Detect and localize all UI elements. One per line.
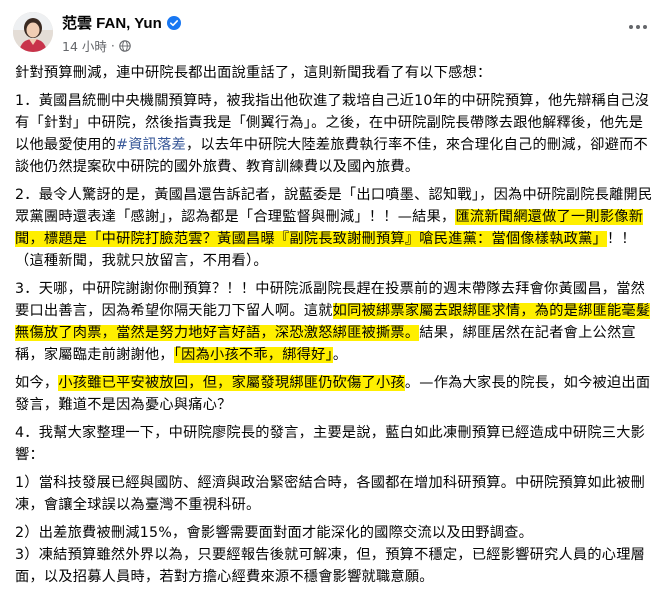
verified-badge-icon (166, 15, 181, 30)
post-paragraph: 1．黃國昌統刪中央機關預算時，被我指出他砍進了栽培自己近10年的中研院預算，他先… (15, 90, 655, 178)
text-segment: 針對預算刪減，連中研院長都出面說重話了，這則新聞我看了有以下感想： (15, 65, 492, 81)
avatar[interactable] (13, 12, 53, 52)
author-name[interactable]: 范雲 FAN, Yun (62, 12, 181, 33)
hashtag-link[interactable]: #資訊落差 (116, 137, 186, 153)
post-meta: 14 小時 · (62, 36, 131, 55)
more-options-icon[interactable] (625, 20, 651, 34)
author-name-text[interactable]: 范雲 FAN, Yun (62, 12, 162, 33)
facebook-post: 范雲 FAN, Yun 14 小時 · 針對預算刪減，連中研院長都出面說重話了，… (0, 0, 665, 585)
post-paragraph: 2）出差旅費被刪減15%，會影響需要面對面才能深化的國際交流以及田野調查。 3）凍… (15, 522, 655, 588)
post-paragraph: 3．天哪，中研院謝謝你刪預算？！！中研院派副院長趕在投票前的週末帶隊去拜會你黃國… (15, 278, 655, 366)
dot (636, 25, 640, 29)
text-segment: 如今， (15, 375, 59, 391)
text-segment: 4．我幫大家整理一下，中研院廖院長的發言，主要是說，藍白如此凍刪預算已經造成中研… (15, 425, 646, 463)
highlighted-text: 「因為小孩不乖，綁得好」 (173, 347, 333, 363)
text-segment: 。 (332, 347, 348, 363)
text-segment: 3）凍結預算雖然外界以為，只要經報告後就可解凍，但，預算不穩定，已經影響研究人員… (15, 547, 646, 585)
globe-icon[interactable] (119, 39, 131, 52)
meta-separator: · (110, 38, 115, 53)
dot (629, 25, 633, 29)
post-paragraph: 1）當科技發展已經與國防、經濟與政治緊密結合時，各國都在增加科研預算。中研院預算… (15, 472, 655, 516)
highlighted-text: 小孩雖已平安被放回，但，家屬發現綁匪仍砍傷了小孩 (58, 375, 405, 391)
post-body: 針對預算刪減，連中研院長都出面說重話了，這則新聞我看了有以下感想： 1．黃國昌統刪… (15, 62, 655, 594)
post-paragraph: 針對預算刪減，連中研院長都出面說重話了，這則新聞我看了有以下感想： (15, 62, 655, 84)
text-segment: 2）出差旅費被刪減15%，會影響需要面對面才能深化的國際交流以及田野調查。 (15, 525, 534, 541)
text-segment: 1）當科技發展已經與國防、經濟與政治緊密結合時，各國都在增加科研預算。中研院預算… (15, 475, 646, 513)
post-timestamp[interactable]: 14 小時 (62, 36, 107, 55)
post-paragraph: 如今，小孩雖已平安被放回，但，家屬發現綁匪仍砍傷了小孩。—作為大家長的院長，如今… (15, 372, 655, 416)
post-paragraph: 4．我幫大家整理一下，中研院廖院長的發言，主要是說，藍白如此凍刪預算已經造成中研… (15, 422, 655, 466)
post-paragraph: 2．最令人驚訝的是，黃國昌還告訴記者，說藍委是「出口噴墨、認知戰」，因為中研院副… (15, 184, 655, 272)
dot (643, 25, 647, 29)
profile-photo (13, 12, 53, 52)
